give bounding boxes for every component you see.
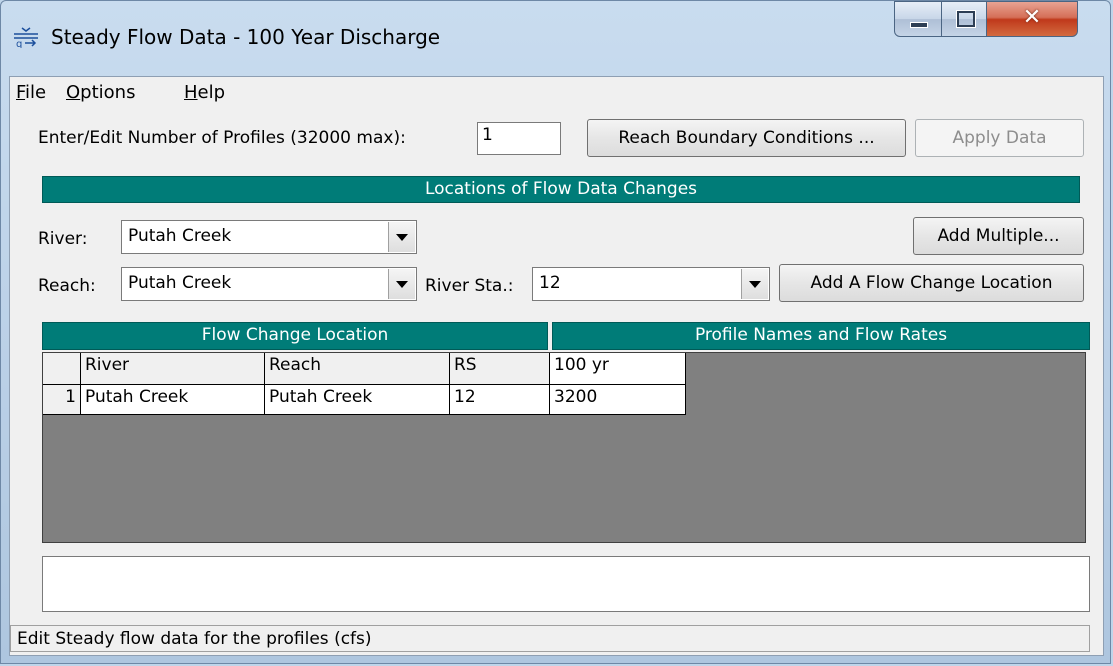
- profile-name-cell[interactable]: 100 yr: [550, 353, 686, 385]
- column-header-reach[interactable]: Reach: [265, 353, 450, 385]
- locations-header: Locations of Flow Data Changes: [42, 176, 1080, 203]
- description-box[interactable]: [42, 556, 1090, 612]
- add-multiple-button[interactable]: Add Multiple...: [913, 217, 1084, 255]
- river-select[interactable]: Putah Creek: [121, 220, 417, 254]
- minimize-icon: [910, 22, 928, 28]
- status-bar: Edit Steady flow data for the profiles (…: [10, 625, 1090, 652]
- profile-names-header: Profile Names and Flow Rates: [552, 322, 1090, 350]
- menu-options[interactable]: Options: [66, 82, 135, 103]
- river-sta-select[interactable]: 12: [532, 267, 770, 301]
- reach-dropdown-arrow-icon[interactable]: [388, 269, 415, 299]
- steady-flow-window: q Steady Flow Data - 100 Year Discharge …: [0, 0, 1111, 664]
- reach-select-value: Putah Creek: [128, 273, 232, 293]
- add-flow-change-button[interactable]: Add A Flow Change Location: [779, 264, 1084, 302]
- close-button[interactable]: ✕: [986, 1, 1078, 37]
- river-label: River:: [38, 229, 88, 249]
- menu-help[interactable]: Help: [184, 82, 225, 103]
- table-cell-flow[interactable]: 3200: [550, 385, 686, 415]
- flow-change-location-header: Flow Change Location: [42, 322, 548, 350]
- close-icon: ✕: [1022, 5, 1042, 30]
- table-cell-river[interactable]: Putah Creek: [81, 385, 265, 415]
- flow-data-icon: q: [14, 27, 38, 48]
- reach-select[interactable]: Putah Creek: [121, 267, 417, 301]
- profiles-count-input[interactable]: 1: [477, 122, 561, 155]
- flow-data-grid: River Reach RS 100 yr 1 Putah Creek Puta…: [42, 352, 1086, 543]
- river-dropdown-arrow-icon[interactable]: [388, 222, 415, 252]
- row-number: 1: [43, 385, 81, 415]
- profiles-label: Enter/Edit Number of Profiles (32000 max…: [38, 128, 406, 148]
- maximize-button[interactable]: [941, 1, 987, 37]
- client-area: File Options Help Enter/Edit Number of P…: [9, 76, 1104, 656]
- river-select-value: Putah Creek: [128, 226, 232, 246]
- svg-text:q: q: [16, 39, 22, 48]
- minimize-button[interactable]: [894, 1, 942, 37]
- title-bar: q Steady Flow Data - 100 Year Discharge …: [1, 1, 1110, 77]
- column-header-rs[interactable]: RS: [450, 353, 550, 385]
- reach-boundary-button[interactable]: Reach Boundary Conditions ...: [587, 119, 906, 157]
- maximize-icon: [957, 11, 975, 27]
- table-cell-rs[interactable]: 12: [450, 385, 550, 415]
- window-title: Steady Flow Data - 100 Year Discharge: [51, 25, 441, 49]
- menu-file[interactable]: File: [16, 82, 46, 103]
- reach-label: Reach:: [38, 276, 96, 296]
- river-sta-label: River Sta.:: [425, 276, 514, 296]
- river-sta-select-value: 12: [539, 273, 561, 293]
- river-sta-dropdown-arrow-icon[interactable]: [741, 269, 768, 299]
- apply-data-button[interactable]: Apply Data: [915, 119, 1084, 157]
- table-cell-reach[interactable]: Putah Creek: [265, 385, 450, 415]
- grid-corner-cell: [43, 353, 81, 385]
- menu-bar: File Options Help: [10, 77, 1103, 107]
- column-header-river[interactable]: River: [81, 353, 265, 385]
